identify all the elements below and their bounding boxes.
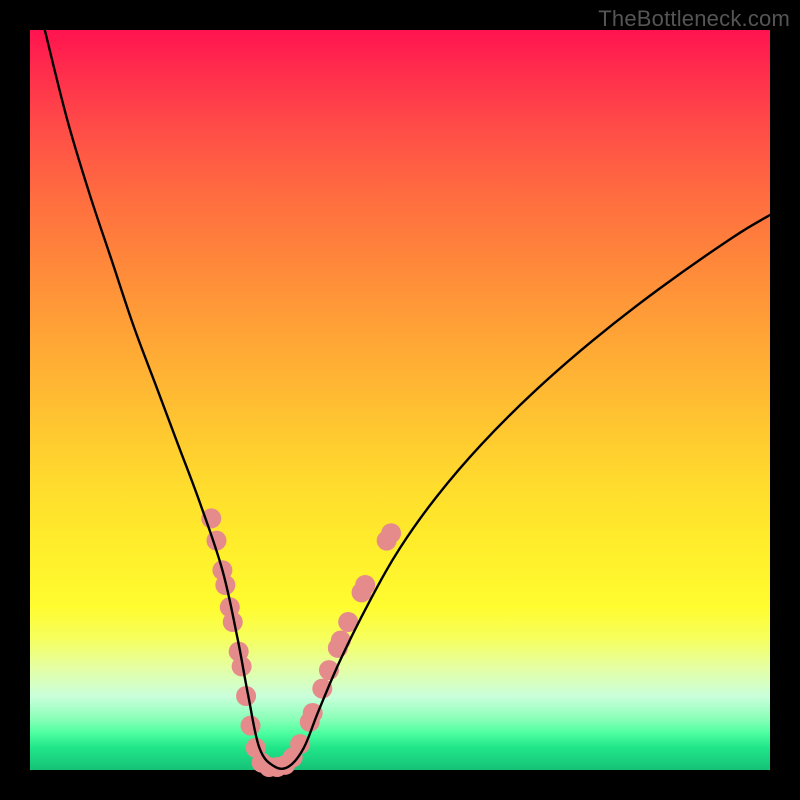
data-dot <box>312 679 332 699</box>
chart-svg <box>30 30 770 770</box>
watermark-text: TheBottleneck.com <box>598 6 790 32</box>
data-dot <box>331 631 351 651</box>
data-dot <box>381 523 401 543</box>
data-dot <box>290 734 310 754</box>
data-dot <box>355 575 375 595</box>
chart-frame: TheBottleneck.com <box>0 0 800 800</box>
dots-group <box>201 508 401 777</box>
plot-area <box>30 30 770 770</box>
bottleneck-curve <box>45 30 770 769</box>
data-dot <box>241 716 261 736</box>
